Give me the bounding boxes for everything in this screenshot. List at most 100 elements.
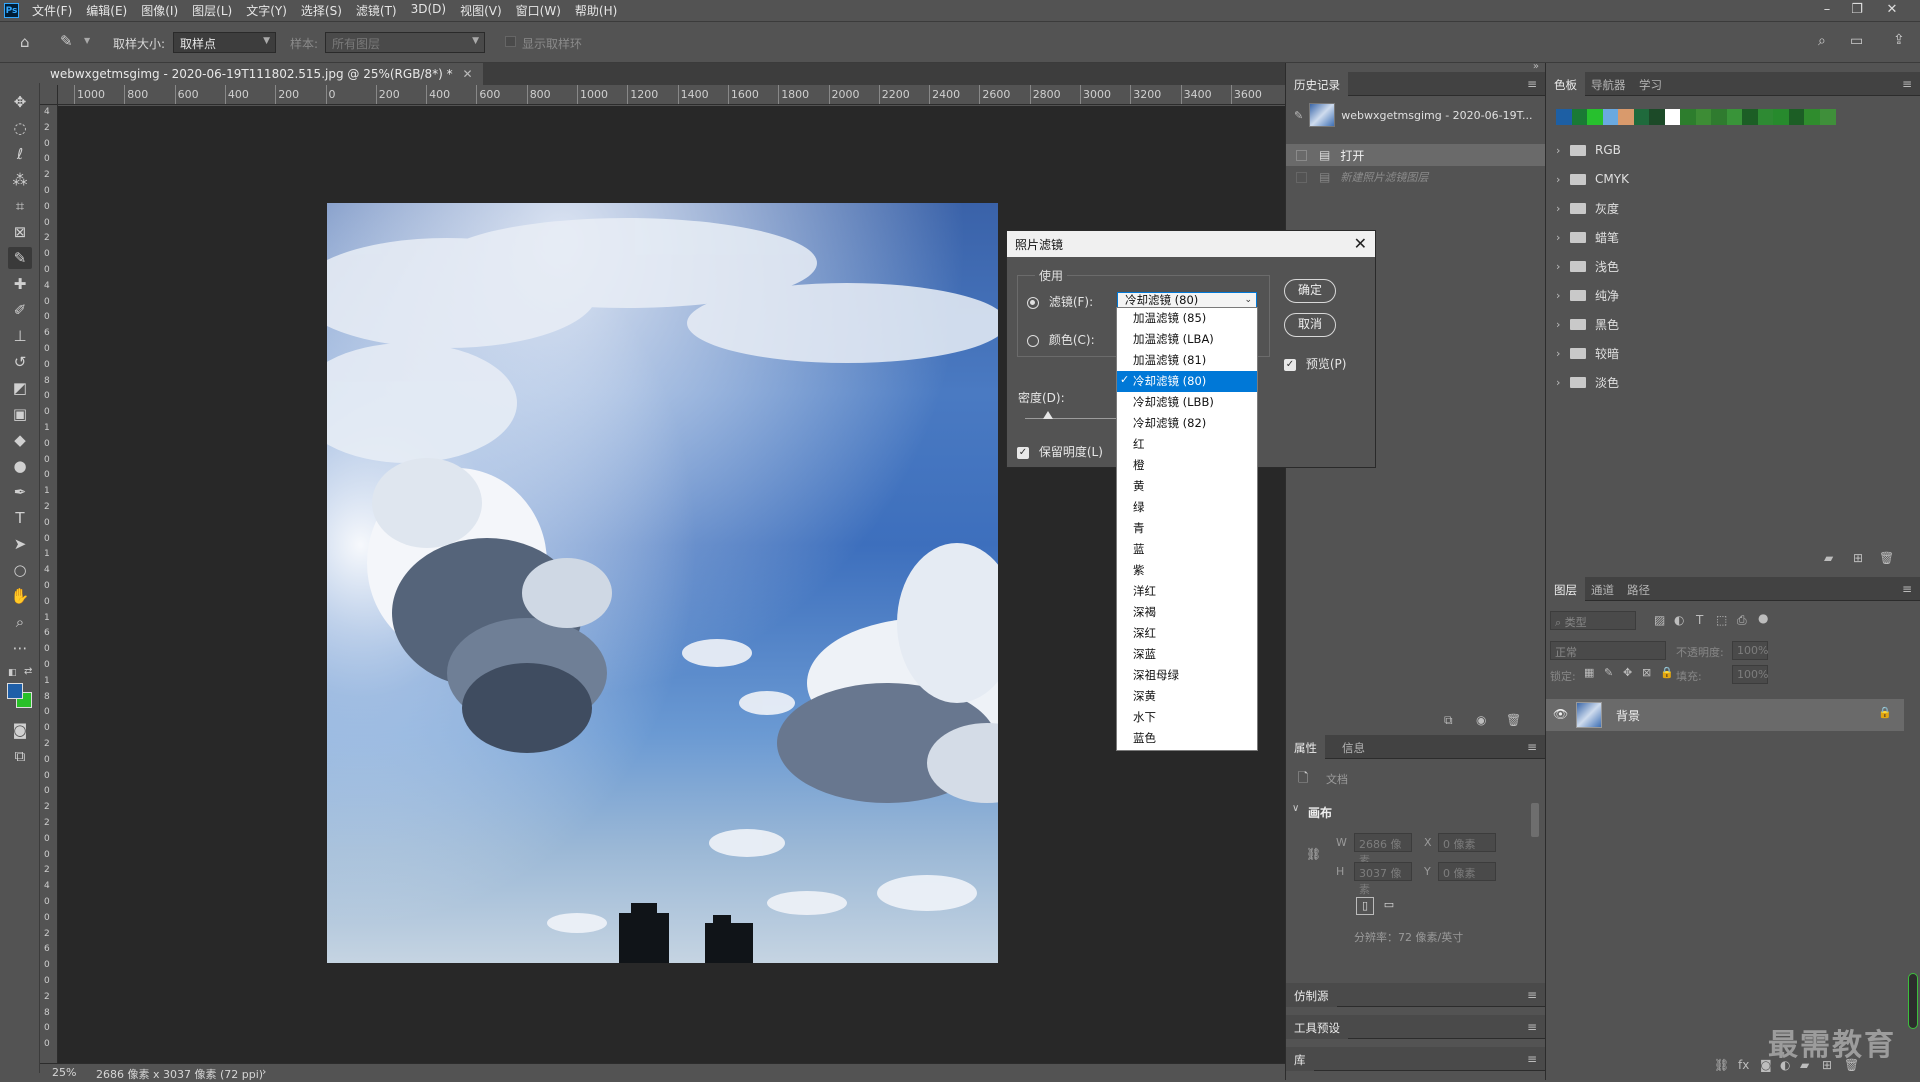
zoom-tool-icon[interactable]: ⌕ xyxy=(8,611,32,633)
swatch-group[interactable]: › 浅色 xyxy=(1556,255,1916,277)
libraries-panel-header[interactable]: 库 ≡ xyxy=(1286,1047,1545,1071)
color-radio-row[interactable]: 颜色(C): xyxy=(1027,331,1095,348)
close-window-icon[interactable]: ✕ xyxy=(1877,0,1907,20)
filter-option[interactable]: 水下 xyxy=(1117,707,1257,728)
trash-icon[interactable]: 🗑 xyxy=(1879,551,1894,565)
home-icon[interactable]: ⌂ xyxy=(20,33,30,51)
sample-size-select[interactable]: 取样点 ▼ xyxy=(173,32,276,53)
tool-presets-panel-header[interactable]: 工具预设 ≡ xyxy=(1286,1015,1545,1039)
history-snapshot[interactable]: ✎ webwxgetmsgimg - 2020-06-19T... xyxy=(1286,101,1545,129)
chevron-right-icon[interactable]: › xyxy=(1556,260,1570,273)
menu-item[interactable]: 帮助(H) xyxy=(568,2,624,19)
height-field[interactable]: 3037 像素 xyxy=(1354,862,1412,896)
color-swatch[interactable] xyxy=(1773,109,1789,125)
color-swatch[interactable] xyxy=(1804,109,1820,125)
landscape-orientation-icon[interactable]: ▭ xyxy=(1380,897,1398,915)
trash-icon[interactable]: 🗑 xyxy=(1506,713,1521,727)
history-item-new-layer[interactable]: ▤ 新建照片滤镜图层 xyxy=(1286,166,1545,188)
swap-colors-icon[interactable]: ⇄ xyxy=(24,666,32,677)
chevron-right-icon[interactable]: › xyxy=(1556,202,1570,215)
link-icon[interactable]: ⛓ xyxy=(1306,847,1321,861)
color-swatch[interactable] xyxy=(1556,109,1572,125)
history-brush-icon[interactable]: ↺ xyxy=(8,351,32,373)
dodge-tool-icon[interactable]: ● xyxy=(8,455,32,477)
filter-option[interactable]: 深红 xyxy=(1117,623,1257,644)
menu-item[interactable]: 文字(Y) xyxy=(239,2,294,19)
filter-option[interactable]: 橙 xyxy=(1117,455,1257,476)
lasso-tool-icon[interactable]: ℓ xyxy=(8,143,32,165)
color-swatch[interactable] xyxy=(1680,109,1696,125)
clone-source-tab[interactable]: 仿制源 xyxy=(1286,983,1337,1007)
document-tab[interactable]: webwxgetmsgimg - 2020-06-19T111802.515.j… xyxy=(40,63,483,85)
path-selection-icon[interactable]: ➤ xyxy=(8,533,32,555)
y-field[interactable]: 0 像素 xyxy=(1438,862,1496,881)
pen-tool-icon[interactable]: ✒ xyxy=(8,481,32,503)
filter-option[interactable]: 绿 xyxy=(1117,497,1257,518)
ok-button[interactable]: 确定 xyxy=(1284,279,1336,303)
color-swatch[interactable] xyxy=(1788,109,1805,125)
menu-item[interactable]: 滤镜(T) xyxy=(349,2,404,19)
filter-option[interactable]: 深黄 xyxy=(1117,686,1257,707)
preserve-luminosity-checkbox[interactable]: ✓ xyxy=(1017,446,1029,459)
history-brush-source-icon[interactable]: ✎ xyxy=(1294,109,1303,122)
crop-tool-icon[interactable]: ⌗ xyxy=(8,195,32,217)
tab-channels[interactable]: 通道 xyxy=(1583,577,1622,601)
panel-menu-icon[interactable]: ≡ xyxy=(1527,77,1537,91)
preview-checkbox[interactable]: ✓ xyxy=(1284,358,1296,371)
shape-filter-icon[interactable]: ⬚ xyxy=(1716,613,1727,627)
color-swatch[interactable] xyxy=(1819,109,1836,125)
cancel-button[interactable]: 取消 xyxy=(1284,313,1336,337)
chevron-right-icon[interactable]: › xyxy=(1556,144,1570,157)
menu-item[interactable]: 编辑(E) xyxy=(79,2,134,19)
pixel-filter-icon[interactable]: ▨ xyxy=(1654,613,1665,627)
camera-icon[interactable]: ◉ xyxy=(1476,713,1486,727)
filter-option[interactable]: 黄 xyxy=(1117,476,1257,497)
preview-row[interactable]: ✓ 预览(P) xyxy=(1284,355,1346,372)
opacity-field[interactable]: 100% xyxy=(1732,641,1768,660)
menu-item[interactable]: 3D(D) xyxy=(404,2,453,19)
color-swatch[interactable] xyxy=(1757,109,1774,125)
swatch-group[interactable]: › 较暗 xyxy=(1556,342,1916,364)
swatch-group[interactable]: › RGB xyxy=(1556,139,1916,161)
more-tools-icon[interactable]: ⋯ xyxy=(8,637,32,659)
menu-item[interactable]: 窗口(W) xyxy=(509,2,568,19)
zoom-level[interactable]: 25% xyxy=(52,1066,76,1079)
new-document-from-state-icon[interactable]: ⧉ xyxy=(1444,713,1453,728)
quick-mask-icon[interactable]: ◙ xyxy=(8,719,32,741)
tab-info[interactable]: 信息 xyxy=(1334,735,1373,759)
share-icon[interactable]: ⇪ xyxy=(1893,32,1905,48)
link-layers-icon[interactable]: ⛓ xyxy=(1714,1058,1729,1072)
tab-layers[interactable]: 图层 xyxy=(1546,577,1585,601)
layer-row-background[interactable]: 👁 背景 🔒 xyxy=(1546,699,1904,731)
new-swatch-icon[interactable]: ⊞ xyxy=(1853,551,1863,565)
filter-option[interactable]: 加温滤镜 (LBA) xyxy=(1117,329,1257,350)
menu-item[interactable]: 视图(V) xyxy=(453,2,509,19)
menu-item[interactable]: 选择(S) xyxy=(294,2,349,19)
hand-tool-icon[interactable]: ✋ xyxy=(8,585,32,607)
swatch-group[interactable]: › 纯净 xyxy=(1556,284,1916,306)
clone-source-panel-header[interactable]: 仿制源 ≡ xyxy=(1286,983,1545,1007)
color-swatch[interactable] xyxy=(1726,109,1743,125)
type-filter-icon[interactable]: T xyxy=(1696,613,1703,627)
close-tab-icon[interactable]: ✕ xyxy=(462,67,472,81)
filter-option[interactable]: 深祖母绿 xyxy=(1117,665,1257,686)
chevron-right-icon[interactable]: › xyxy=(1556,347,1570,360)
chevron-right-icon[interactable]: › xyxy=(1556,289,1570,302)
visibility-eye-icon[interactable]: 👁 xyxy=(1553,707,1568,721)
history-source-checkbox[interactable] xyxy=(1296,171,1307,183)
libraries-tab[interactable]: 库 xyxy=(1286,1047,1314,1071)
chevron-down-icon[interactable]: ∨ xyxy=(1292,803,1299,814)
scroll-indicator[interactable] xyxy=(1908,973,1918,1029)
filter-option[interactable]: 红 xyxy=(1117,434,1257,455)
tab-history[interactable]: 历史记录 xyxy=(1286,72,1348,96)
eraser-tool-icon[interactable]: ◩ xyxy=(8,377,32,399)
lock-all-icon[interactable]: 🔒 xyxy=(1660,666,1674,679)
sample-select[interactable]: 所有图层 ▼ xyxy=(325,32,485,53)
swatch-group[interactable]: › 蜡笔 xyxy=(1556,226,1916,248)
filter-select[interactable]: 冷却滤镜 (80) ⌄ xyxy=(1117,292,1257,308)
eyedropper-tool-icon[interactable]: ✎ xyxy=(8,247,32,269)
frame-tool-icon[interactable]: ⊠ xyxy=(8,221,32,243)
minimize-icon[interactable]: – xyxy=(1812,0,1842,20)
type-tool-icon[interactable]: T xyxy=(8,507,32,529)
brush-tool-icon[interactable]: ✐ xyxy=(8,299,32,321)
